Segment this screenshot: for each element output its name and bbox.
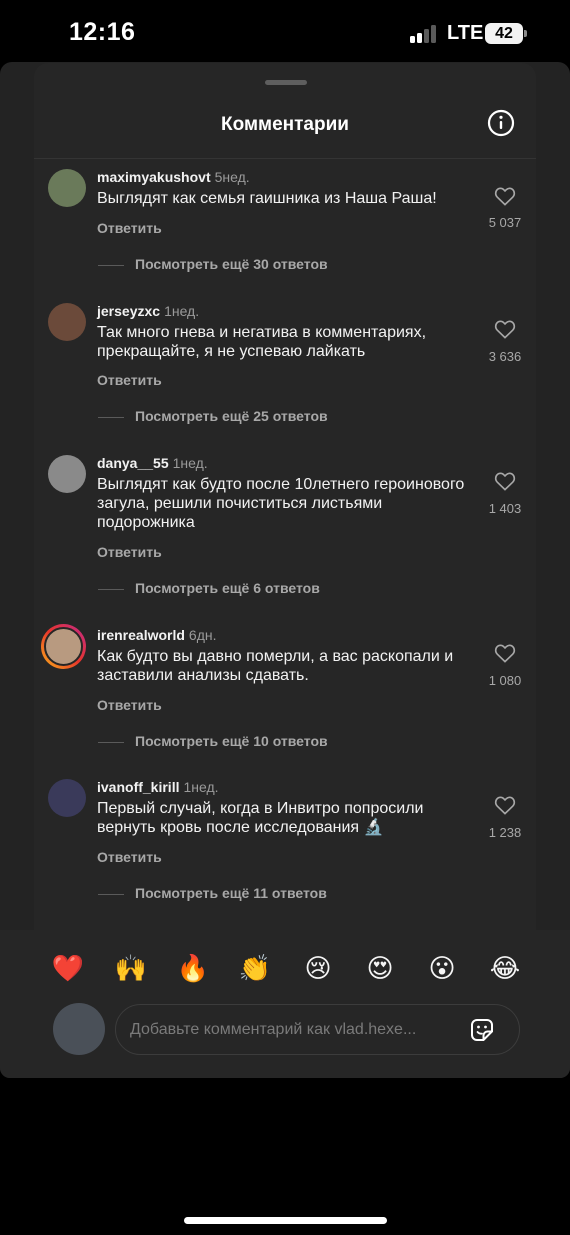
heart-icon[interactable] (494, 795, 516, 815)
comment-age: 6дн. (188, 627, 217, 643)
reaction-bar: ❤️ 🙌 🔥 👏 😢 😍 😮 😂 (0, 950, 570, 990)
view-more-replies[interactable]: Посмотреть ещё 25 ответов (98, 408, 328, 424)
reply-button[interactable]: Ответить (97, 697, 162, 713)
like-count: 1 403 (488, 501, 522, 516)
drag-handle[interactable] (265, 80, 307, 85)
heart-icon[interactable] (494, 319, 516, 339)
comment-age: 1нед. (172, 455, 208, 471)
surprised-emoji-button[interactable]: 😮 (425, 950, 459, 986)
signal-icon (410, 25, 440, 43)
comment-age: 1нед. (183, 779, 219, 795)
network-label: LTE (447, 22, 484, 44)
comment-username[interactable]: ivanoff_kirill (97, 779, 179, 795)
header-divider (34, 158, 536, 159)
view-more-replies[interactable]: Посмотреть ещё 10 ответов (98, 733, 328, 749)
view-more-replies[interactable]: Посмотреть ещё 30 ответов (98, 256, 328, 272)
comments-sheet (34, 63, 536, 1078)
heart-icon[interactable] (494, 471, 516, 491)
battery-tip (524, 30, 527, 37)
comment-input-container (115, 1004, 520, 1055)
comment-username-row[interactable]: maximyakushovt 5нед. (97, 169, 250, 185)
view-more-replies[interactable]: Посмотреть ещё 11 ответов (98, 885, 327, 901)
comment-username[interactable]: maximyakushovt (97, 169, 211, 185)
reply-button[interactable]: Ответить (97, 544, 162, 560)
heart-icon[interactable] (494, 643, 516, 663)
comment-text: Выглядят как будто после 10летнего герои… (97, 476, 465, 531)
avatar[interactable] (41, 624, 86, 669)
fire-emoji-button[interactable]: 🔥 (176, 950, 210, 986)
crying-emoji-button[interactable]: 😢 (301, 950, 335, 986)
comment-text: Выглядят как семья гаишника из Наша Раша… (97, 190, 437, 207)
sticker-icon[interactable] (468, 1016, 496, 1044)
comment-username-row[interactable]: danya__55 1нед. (97, 455, 208, 471)
comment-age: 5нед. (214, 169, 250, 185)
laughing-emoji-button[interactable]: 😂 (488, 950, 522, 986)
reply-button[interactable]: Ответить (97, 372, 162, 388)
status-time: 12:16 (69, 18, 136, 46)
heart-emoji-button[interactable]: ❤️ (51, 950, 85, 986)
status-bar: 12:16 LTE 42 (0, 0, 570, 64)
avatar[interactable] (48, 455, 86, 493)
heart-icon[interactable] (494, 186, 516, 206)
heart-eyes-emoji-button[interactable]: 😍 (363, 950, 397, 986)
view-more-replies[interactable]: Посмотреть ещё 6 ответов (98, 580, 320, 596)
like-count: 1 238 (488, 825, 522, 840)
comment-username-row[interactable]: jerseyzxc 1нед. (97, 303, 199, 319)
reply-button[interactable]: Ответить (97, 220, 162, 236)
comment-username[interactable]: danya__55 (97, 455, 169, 471)
comment-age: 1нед. (164, 303, 200, 319)
avatar[interactable] (48, 779, 86, 817)
page-title: Комментарии (221, 114, 349, 135)
comment-text: Как будто вы давно померли, а вас раскоп… (97, 648, 454, 684)
reply-button[interactable]: Ответить (97, 849, 162, 865)
battery-icon: 42 (485, 23, 523, 44)
avatar[interactable] (48, 303, 86, 341)
info-circle-icon[interactable] (487, 109, 515, 137)
avatar[interactable] (48, 169, 86, 207)
user-avatar[interactable] (53, 1003, 105, 1055)
comment-username-row[interactable]: irenrealworld 6дн. (97, 627, 217, 643)
comment-username[interactable]: irenrealworld (97, 627, 185, 643)
like-count: 3 636 (488, 349, 522, 364)
comment-username[interactable]: jerseyzxc (97, 303, 160, 319)
like-count: 1 080 (488, 673, 522, 688)
comment-input[interactable] (130, 1018, 460, 1042)
clapping-emoji-button[interactable]: 👏 (238, 950, 272, 986)
comment-username-row[interactable]: ivanoff_kirill 1нед. (97, 779, 219, 795)
like-count: 5 037 (488, 215, 522, 230)
comment-text: Первый случай, когда в Инвитро попросили… (97, 800, 424, 836)
raising-hands-emoji-button[interactable]: 🙌 (114, 950, 148, 986)
home-indicator[interactable] (184, 1217, 387, 1224)
comment-text: Так много гнева и негатива в комментария… (97, 324, 427, 360)
